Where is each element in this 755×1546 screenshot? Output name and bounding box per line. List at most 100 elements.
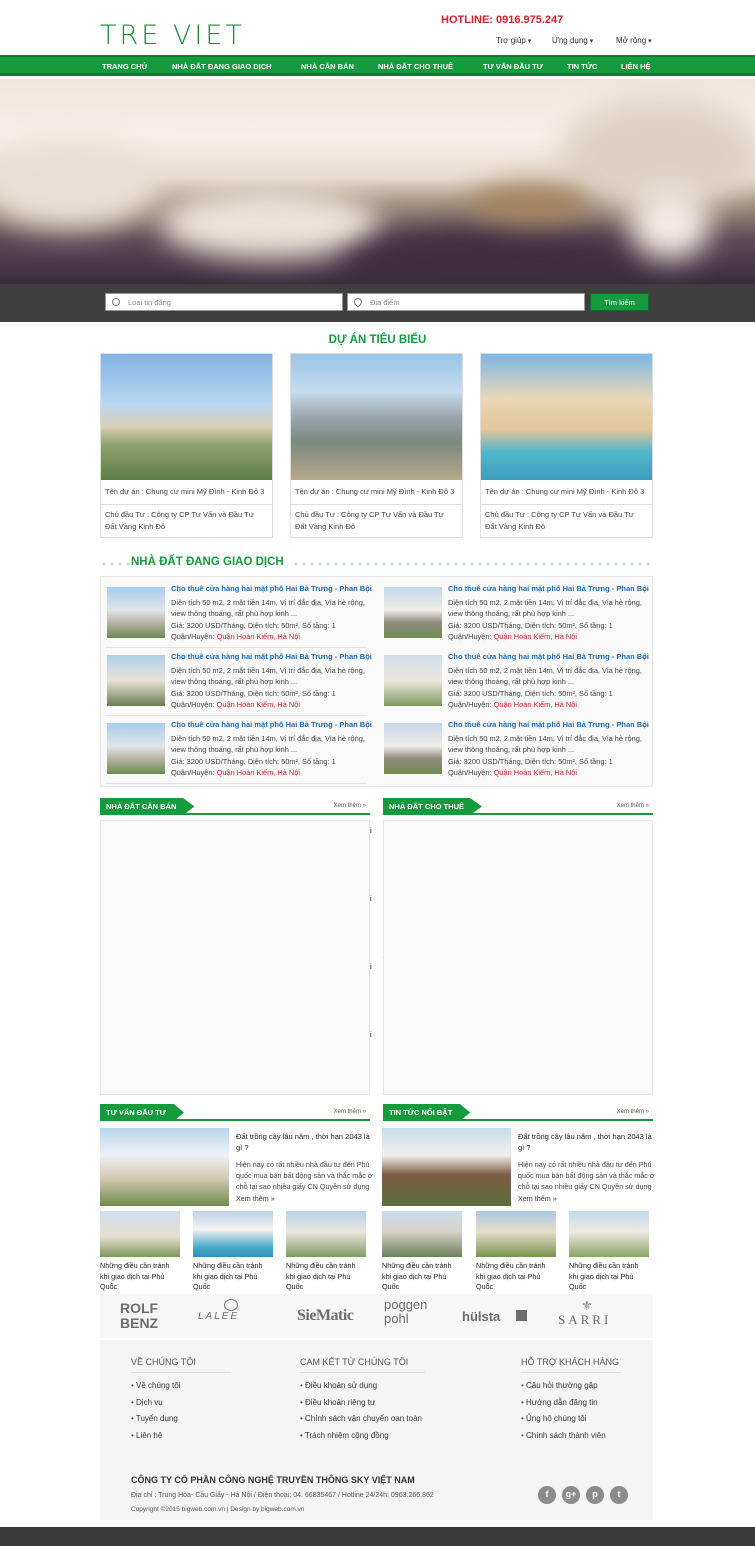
- article-title[interactable]: Đất trồng cây lâu năm , thời hạn 2043 là…: [518, 1131, 653, 1153]
- footer-link[interactable]: Về chúng tôi: [131, 1378, 180, 1395]
- listing-item[interactable]: Cho thuê cửa hàng hai mặt phố Hai Bà Trư…: [101, 580, 372, 648]
- rent-more-link[interactable]: Xem thêm »: [617, 803, 649, 809]
- gallery-item[interactable]: Những điều cần tránh khi giao dịch tại P…: [569, 1211, 649, 1293]
- advice-more-link[interactable]: Xem thêm »: [334, 1109, 366, 1115]
- footer-link[interactable]: Liên hệ: [131, 1428, 181, 1445]
- listing-item[interactable]: Cho thuê cửa hàng hai mặt phố Hai Bà Trư…: [101, 716, 372, 784]
- listing-price: Giá: 3200 USD/Tháng, Diện tích: 50m², Số…: [171, 620, 336, 630]
- facebook-icon[interactable]: f: [538, 1486, 556, 1504]
- gallery-item[interactable]: Những điều cần tránh khi giao dịch tại P…: [193, 1211, 273, 1293]
- brand-poggenpohl[interactable]: poggen pohl: [384, 1298, 434, 1342]
- district-label: Quận/Huyện:: [171, 631, 215, 641]
- article-image[interactable]: [100, 1128, 229, 1206]
- listing-thumbnail[interactable]: [107, 655, 165, 706]
- listing-thumbnail[interactable]: [107, 723, 165, 774]
- listing-thumbnail[interactable]: [384, 655, 442, 706]
- article-title[interactable]: Đất trồng cây lâu năm , thời hạn 2043 là…: [236, 1131, 371, 1153]
- footer-link[interactable]: Tuyển dụng: [131, 1411, 181, 1428]
- listing-item[interactable]: Cho thuê cửa hàng hai mặt phố Hai Bà Trư…: [378, 580, 649, 648]
- footer-link[interactable]: Điều khoản riêng tư: [300, 1395, 422, 1412]
- nav-rent[interactable]: NHÀ ĐẤT CHO THUÊ: [378, 62, 453, 71]
- project-card[interactable]: Tên dự án : Chung cư mini Mỹ Đình - Kinh…: [480, 353, 653, 538]
- gallery-image[interactable]: [286, 1211, 366, 1257]
- district-link[interactable]: Quận Hoàn Kiếm, Hà Nội: [494, 632, 577, 641]
- listing-item[interactable]: Cho thuê cửa hàng hai mặt phố Hai Bà Trư…: [378, 648, 649, 716]
- apps-menu[interactable]: Ứng dụng: [552, 36, 593, 45]
- gallery-item[interactable]: Những điều cần tránh khi giao dịch tại P…: [382, 1211, 462, 1293]
- gallery-image[interactable]: [569, 1211, 649, 1257]
- listing-thumbnail[interactable]: [107, 587, 165, 638]
- listing-title[interactable]: Cho thuê cửa hàng hai mặt phố Hai Bà Trư…: [171, 720, 372, 729]
- gallery-caption[interactable]: Những điều cần tránh khi giao dịch tại P…: [100, 1261, 180, 1293]
- gallery-item[interactable]: Những điều cần tránh khi giao dịch tại P…: [286, 1211, 366, 1293]
- search-button[interactable]: Tìm kiếm: [590, 293, 649, 311]
- project-image[interactable]: [101, 354, 272, 480]
- gallery-image[interactable]: [100, 1211, 180, 1257]
- location-input[interactable]: Địa điểm: [347, 293, 585, 311]
- footer-link[interactable]: Chính sách thành viên: [521, 1428, 606, 1445]
- listing-thumbnail[interactable]: [384, 723, 442, 774]
- article-more-link[interactable]: Xem thêm »: [518, 1193, 656, 1204]
- twitter-icon[interactable]: t: [610, 1486, 628, 1504]
- footer-link[interactable]: Ủng hộ chúng tôi: [521, 1411, 606, 1428]
- listing-title[interactable]: Cho thuê cửa hàng hai mặt phố Hai Bà Trư…: [171, 652, 372, 661]
- listing-title[interactable]: Cho thuê cửa hàng hai mặt phố Hai Bà Trư…: [448, 652, 649, 661]
- gallery-item[interactable]: Những điều cần tránh khi giao dịch tại P…: [476, 1211, 556, 1293]
- news-more-link[interactable]: Xem thêm »: [617, 1109, 649, 1115]
- listing-title[interactable]: Cho thuê cửa hàng hai mặt phố Hai Bà Trư…: [171, 584, 372, 593]
- listing-thumbnail[interactable]: [384, 587, 442, 638]
- project-card[interactable]: Tên dự án : Chung cư mini Mỹ Đình - Kinh…: [100, 353, 273, 538]
- district-link[interactable]: Quận Hoàn Kiếm, Hà Nội: [494, 768, 577, 777]
- site-logo[interactable]: TRE VIET: [100, 20, 245, 51]
- gallery-caption[interactable]: Những điều cần tránh khi giao dịch tại P…: [193, 1261, 273, 1293]
- brand-rolf-benz[interactable]: ROLF BENZ: [120, 1301, 170, 1345]
- news-section-header: TIN TỨC NỔI BẬT Xem thêm »: [383, 1104, 653, 1121]
- pinterest-icon[interactable]: p: [586, 1486, 604, 1504]
- divider: [521, 1372, 621, 1373]
- advice-section-title: TƯ VẤN ĐẦU TƯ: [100, 1104, 184, 1121]
- gallery-caption[interactable]: Những điều cần tránh khi giao dịch tại P…: [569, 1261, 649, 1293]
- footer-link[interactable]: Chính sách vận chuyển oan toàn: [300, 1411, 422, 1428]
- footer-link[interactable]: Dịch vụ: [131, 1395, 181, 1412]
- nav-contact[interactable]: LIÊN HỆ: [621, 62, 651, 71]
- project-image[interactable]: [291, 354, 462, 480]
- gallery-item[interactable]: Những điều cần tránh khi giao dịch tại P…: [100, 1211, 180, 1293]
- nav-sale[interactable]: NHÀ CĂN BÁN: [301, 62, 354, 71]
- nav-trading[interactable]: NHÀ ĐẤT ĐANG GIAO DỊCH: [172, 62, 272, 71]
- gallery-image[interactable]: [476, 1211, 556, 1257]
- footer-link[interactable]: Trách nhiệm cộng đồng: [300, 1428, 422, 1445]
- listing-title[interactable]: Cho thuê cửa hàng hai mặt phố Hai Bà Trư…: [448, 584, 649, 593]
- district-link[interactable]: Quận Hoàn Kiếm, Hà Nội: [217, 700, 300, 709]
- nav-advice[interactable]: TƯ VẤN ĐẦU TƯ: [483, 62, 543, 71]
- district-link[interactable]: Quận Hoàn Kiếm, Hà Nội: [217, 768, 300, 777]
- nav-home[interactable]: TRANG CHỦ: [102, 62, 147, 71]
- sale-more-link[interactable]: Xem thêm »: [334, 803, 366, 809]
- project-image[interactable]: [481, 354, 652, 480]
- google-plus-icon[interactable]: g+: [562, 1486, 580, 1504]
- gallery-caption[interactable]: Những điều cần tránh khi giao dịch tại P…: [286, 1261, 366, 1293]
- district-link[interactable]: Quận Hoàn Kiếm, Hà Nội: [217, 632, 300, 641]
- article-image[interactable]: [382, 1128, 511, 1206]
- more-menu[interactable]: Mở rộng: [616, 36, 652, 45]
- nav-news[interactable]: TIN TỨC: [567, 62, 597, 71]
- help-menu[interactable]: Trợ giúp: [496, 36, 531, 45]
- project-name[interactable]: Tên dự án : Chung cư mini Mỹ Đình - Kinh…: [485, 487, 650, 496]
- listing-item[interactable]: Cho thuê cửa hàng hai mặt phố Hai Bà Trư…: [378, 716, 649, 784]
- footer-link[interactable]: Điều khoản sử dụng: [300, 1378, 422, 1395]
- listing-item[interactable]: Cho thuê cửa hàng hai mặt phố Hai Bà Trư…: [101, 648, 372, 716]
- footer-link[interactable]: Câu hỏi thường gặp: [521, 1378, 606, 1395]
- article-more-link[interactable]: Xem thêm »: [236, 1193, 374, 1204]
- listing-type-input[interactable]: Loai tin đăng: [105, 293, 343, 311]
- footer-link[interactable]: Hướng dẫn đăng tin: [521, 1395, 606, 1412]
- project-card[interactable]: Tên dự án : Chung cư mini Mỹ Đình - Kinh…: [290, 353, 463, 538]
- gallery-caption[interactable]: Những điều cần tránh khi giao dịch tại P…: [476, 1261, 556, 1293]
- listing-title[interactable]: Cho thuê cửa hàng hai mặt phố Hai Bà Trư…: [448, 720, 649, 729]
- district-link[interactable]: Quận Hoàn Kiếm, Hà Nội: [494, 700, 577, 709]
- project-name[interactable]: Tên dự án : Chung cư mini Mỹ Đình - Kinh…: [105, 487, 270, 496]
- project-name[interactable]: Tên dự án : Chung cư mini Mỹ Đình - Kinh…: [295, 487, 460, 496]
- footer-commit-title: CAM KẾT TỪ CHÚNG TÔI: [300, 1357, 409, 1367]
- gallery-image[interactable]: [382, 1211, 462, 1257]
- district-label: Quận/Huyện:: [448, 631, 492, 641]
- gallery-caption[interactable]: Những điều cần tránh khi giao dịch tại P…: [382, 1261, 462, 1293]
- gallery-image[interactable]: [193, 1211, 273, 1257]
